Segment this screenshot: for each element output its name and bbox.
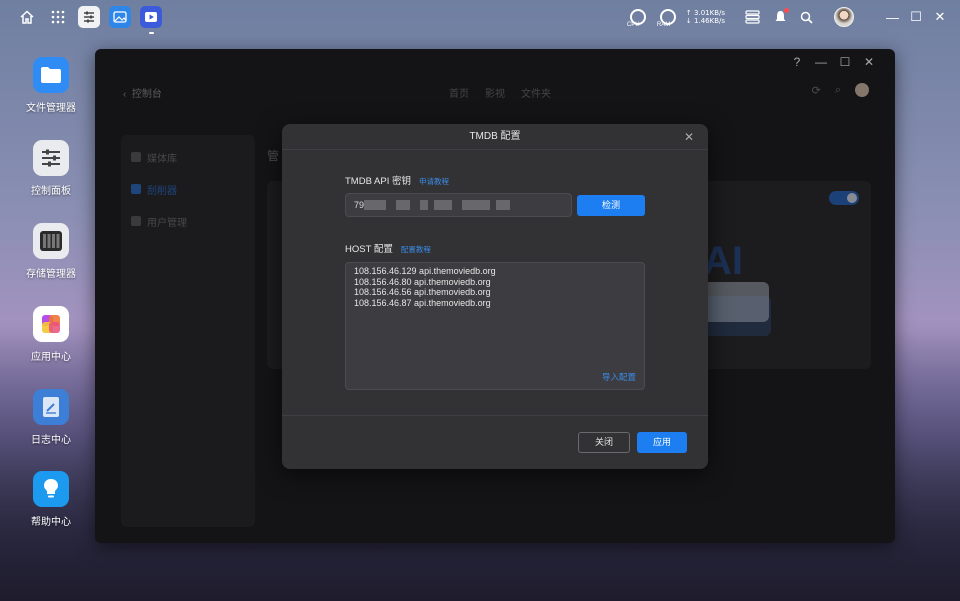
check-button[interactable]: 检测 (577, 195, 645, 216)
net-down: ↓ 1.46KB/s (685, 17, 725, 25)
api-key-input[interactable]: 79 (345, 193, 572, 217)
desktop-label: 帮助中心 (31, 517, 71, 528)
desktop-item-app-center[interactable]: 应用中心 (20, 306, 82, 363)
user-avatar[interactable] (834, 7, 854, 27)
host-line: 108.156.46.56 api.themoviedb.org (354, 287, 491, 297)
ram-meter: RAM (656, 9, 682, 28)
photos-taskbar-icon[interactable] (109, 6, 131, 28)
api-key-tutorial-link[interactable]: 申请教程 (419, 176, 449, 187)
dialog-close-icon[interactable]: ✕ (684, 130, 694, 144)
dialog-title: TMDB 配置 (282, 124, 708, 150)
log-icon (33, 389, 69, 425)
desktop-item-log-center[interactable]: 日志中心 (20, 389, 82, 446)
control-panel-taskbar-icon[interactable] (78, 6, 100, 28)
home-icon[interactable] (16, 6, 38, 28)
ram-label: RAM (656, 22, 671, 28)
close-icon[interactable]: ✕ (934, 9, 946, 25)
host-line: 108.156.46.80 api.themoviedb.org (354, 276, 491, 287)
video-taskbar-icon[interactable] (140, 6, 162, 34)
close-button[interactable]: 关闭 (578, 432, 630, 453)
net-up: ↑ 3.01KB/s (685, 9, 725, 17)
taskbar: CPU RAM ↑ 3.01KB/s ↓ 1.46KB/s — ☐ ✕ (0, 0, 960, 34)
network-speed: ↑ 3.01KB/s ↓ 1.46KB/s (686, 9, 725, 25)
sliders-icon (33, 140, 69, 176)
cpu-meter: CPU (626, 9, 652, 28)
tmdb-config-dialog: TMDB 配置 ✕ TMDB API 密钥 申请教程 79 检测 HOST 配置… (282, 124, 708, 469)
desktop-item-help-center[interactable]: 帮助中心 (20, 471, 82, 528)
import-config-link[interactable]: 导入配置 (602, 371, 636, 383)
desktop-item-control-panel[interactable]: 控制面板 (20, 140, 82, 197)
desktop-label: 日志中心 (31, 435, 71, 446)
app-center-icon (33, 306, 69, 342)
host-label: HOST 配置 (345, 244, 393, 255)
bell-icon[interactable] (769, 6, 791, 28)
desktop-label: 应用中心 (31, 352, 71, 363)
folder-icon (33, 57, 69, 93)
server-icon[interactable] (741, 6, 763, 28)
lightbulb-icon (33, 471, 69, 507)
desktop-label: 控制面板 (31, 186, 71, 197)
host-label-row: HOST 配置 配置教程 (345, 241, 431, 255)
minimize-icon[interactable]: — (886, 10, 899, 25)
desktop-item-storage-manager[interactable]: 存储管理器 (20, 223, 82, 280)
maximize-icon[interactable]: ☐ (910, 9, 922, 25)
apps-grid-icon[interactable] (47, 6, 69, 28)
api-key-value: 79 (354, 200, 365, 210)
host-line: 108.156.46.87 api.themoviedb.org (354, 297, 491, 308)
desktop-label: 存储管理器 (26, 269, 76, 280)
desktop-item-file-manager[interactable]: 文件管理器 (20, 57, 82, 114)
host-line: 108.156.46.129 api.themoviedb.org (354, 266, 496, 276)
dialog-footer: 关闭 应用 (282, 415, 708, 469)
search-icon[interactable] (795, 6, 817, 28)
storage-icon (33, 223, 69, 259)
host-textarea[interactable]: 108.156.46.129 api.themoviedb.org 108.15… (345, 262, 645, 390)
desktop-label: 文件管理器 (26, 103, 76, 114)
apply-button[interactable]: 应用 (637, 432, 687, 453)
api-key-label: TMDB API 密钥 (345, 176, 411, 187)
cpu-label: CPU (626, 22, 640, 28)
host-tutorial-link[interactable]: 配置教程 (401, 244, 431, 255)
api-key-label-row: TMDB API 密钥 申请教程 (345, 173, 449, 187)
api-key-redaction (364, 199, 514, 211)
